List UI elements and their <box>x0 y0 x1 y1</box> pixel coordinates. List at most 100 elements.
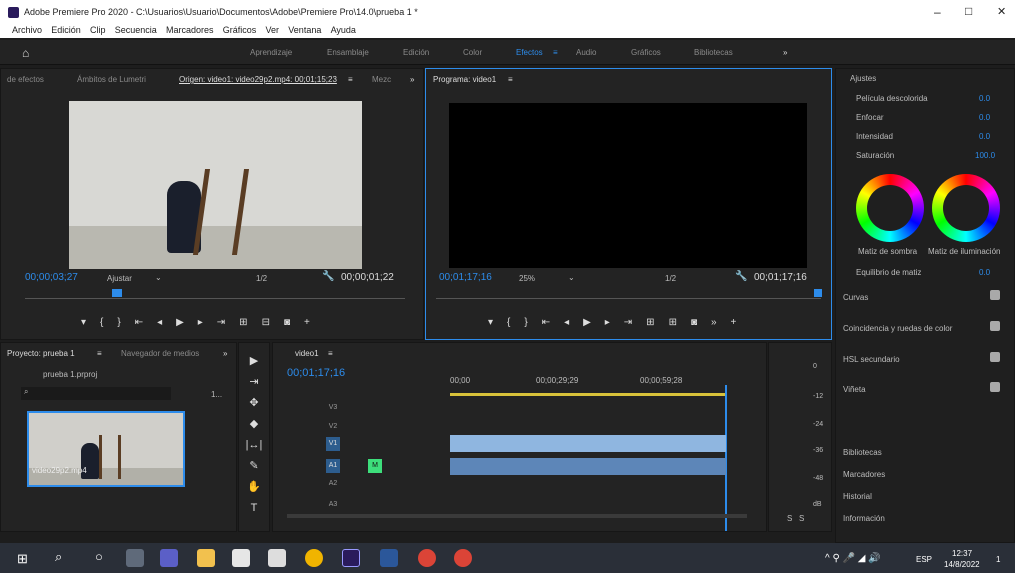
chrome-icon[interactable] <box>305 549 323 567</box>
program-timecode[interactable]: 00;01;17;16 <box>439 272 492 283</box>
chevron-down-icon[interactable]: ⌄ <box>155 273 162 282</box>
source-playhead[interactable] <box>112 289 122 297</box>
row-value[interactable]: 0.0 <box>979 94 990 103</box>
program-tab-menu-icon[interactable]: ≡ <box>508 75 513 84</box>
clip-thumbnail[interactable] <box>27 411 185 487</box>
mail-icon[interactable] <box>268 549 286 567</box>
track-label-a3[interactable]: A3 <box>326 498 340 512</box>
menu-ventana[interactable]: Ventana <box>288 25 321 35</box>
maximize-button[interactable]: □ <box>965 4 972 18</box>
workspace-color[interactable]: Color <box>463 48 482 57</box>
program-scrub-bar[interactable] <box>436 291 821 299</box>
program-resolution[interactable]: 1/2 <box>665 274 676 283</box>
shadow-color-wheel[interactable] <box>856 174 924 242</box>
windows-start-icon[interactable]: ⊞ <box>17 551 28 567</box>
project-tabs-more[interactable]: » <box>223 349 227 358</box>
workspace-bibliotecas[interactable]: Bibliotecas <box>694 48 733 57</box>
panel-marcadores[interactable]: Marcadores <box>843 470 885 479</box>
track-label-v2[interactable]: V2 <box>326 420 340 434</box>
workspace-edicion[interactable]: Edición <box>403 48 429 57</box>
search-input[interactable]: ⌕ <box>21 387 171 400</box>
section-vineta[interactable]: Viñeta <box>843 385 866 394</box>
section-hsl[interactable]: HSL secundario <box>843 355 900 364</box>
chrome-alt-icon[interactable] <box>418 549 436 567</box>
track-label-v3[interactable]: V3 <box>326 401 340 415</box>
track-label-v1[interactable]: V1 <box>326 437 340 451</box>
vineta-checkbox[interactable] <box>990 382 1000 392</box>
workspace-graficos[interactable]: Gráficos <box>631 48 661 57</box>
word-icon[interactable] <box>380 549 398 567</box>
panel-informacion[interactable]: Información <box>843 514 885 523</box>
track-label-a1[interactable]: A1 <box>326 459 340 473</box>
system-tray-icons[interactable]: ^ ⚲ 🎤 ◢ 🔊 <box>825 553 881 564</box>
source-timecode[interactable]: 00;00;03;27 <box>25 272 78 283</box>
solo-right[interactable]: S <box>799 514 804 523</box>
tab-ambitos-lumetri[interactable]: Ámbitos de Lumetri <box>77 75 146 84</box>
coincidencia-checkbox[interactable] <box>990 321 1000 331</box>
source-fit-dropdown[interactable]: Ajustar <box>107 274 132 283</box>
close-button[interactable]: ✕ <box>997 5 1006 18</box>
wrench-icon[interactable]: 🔧 <box>322 271 334 282</box>
menu-marcadores[interactable]: Marcadores <box>166 25 214 35</box>
file-explorer-icon[interactable] <box>197 549 215 567</box>
source-tabs-more[interactable]: » <box>410 75 414 84</box>
workspace-audio[interactable]: Audio <box>576 48 596 57</box>
home-icon[interactable]: ⌂ <box>22 46 29 60</box>
task-view-icon[interactable] <box>126 549 144 567</box>
panel-historial[interactable]: Historial <box>843 492 872 501</box>
curvas-checkbox[interactable] <box>990 290 1000 300</box>
tab-program[interactable]: Programa: video1 <box>433 75 496 84</box>
cortana-icon[interactable]: ○ <box>95 549 103 564</box>
source-scrub-bar[interactable] <box>25 291 405 299</box>
search-icon[interactable]: ⌕ <box>55 549 62 565</box>
menu-archivo[interactable]: Archivo <box>12 25 42 35</box>
track-label-a2[interactable]: A2 <box>326 477 340 491</box>
mute-button[interactable]: M <box>368 459 382 473</box>
audio-clip[interactable] <box>450 458 726 475</box>
solo-left[interactable]: S <box>787 514 792 523</box>
video-clip[interactable] <box>450 435 726 452</box>
timeline-zoom-bar[interactable] <box>287 514 747 518</box>
row-value[interactable]: 100.0 <box>975 151 995 160</box>
menu-clip[interactable]: Clip <box>90 25 106 35</box>
language-indicator[interactable]: ESP <box>916 555 932 564</box>
workspace-more[interactable]: » <box>783 48 787 57</box>
program-playhead[interactable] <box>814 289 822 297</box>
timeline-tab-menu-icon[interactable]: ≡ <box>328 349 333 358</box>
section-curvas[interactable]: Curvas <box>843 293 868 302</box>
hsl-checkbox[interactable] <box>990 352 1000 362</box>
minimize-button[interactable]: – <box>934 5 941 19</box>
tab-timeline[interactable]: video1 <box>295 349 319 358</box>
notification-badge[interactable]: 1 <box>996 555 1000 564</box>
source-tab-menu-icon[interactable]: ≡ <box>348 75 353 84</box>
highlight-color-wheel[interactable] <box>932 174 1000 242</box>
source-resolution[interactable]: 1/2 <box>256 274 267 283</box>
program-zoom-dropdown[interactable]: 25% <box>519 274 535 283</box>
row-value[interactable]: 0.0 <box>979 132 990 141</box>
menu-edicion[interactable]: Edición <box>51 25 81 35</box>
tab-mezclador[interactable]: Mezc <box>372 75 391 84</box>
wrench-icon[interactable]: 🔧 <box>735 271 747 282</box>
panel-bibliotecas[interactable]: Bibliotecas <box>843 448 882 457</box>
balance-value[interactable]: 0.0 <box>979 268 990 277</box>
menu-ayuda[interactable]: Ayuda <box>331 25 356 35</box>
project-tab-menu-icon[interactable]: ≡ <box>97 349 102 358</box>
menu-graficos[interactable]: Gráficos <box>223 25 257 35</box>
workspace-ensamblaje[interactable]: Ensamblaje <box>327 48 369 57</box>
menu-secuencia[interactable]: Secuencia <box>115 25 157 35</box>
ajustes-header[interactable]: Ajustes <box>850 74 876 83</box>
workspace-efectos[interactable]: Efectos <box>516 48 543 57</box>
row-value[interactable]: 0.0 <box>979 113 990 122</box>
workspace-menu-icon[interactable]: ≡ <box>553 48 558 57</box>
teams-icon[interactable] <box>160 549 178 567</box>
chevron-down-icon[interactable]: ⌄ <box>568 273 575 282</box>
chrome-alt2-icon[interactable] <box>454 549 472 567</box>
store-icon[interactable] <box>232 549 250 567</box>
menu-ver[interactable]: Ver <box>266 25 280 35</box>
section-coincidencia[interactable]: Coincidencia y ruedas de color <box>843 324 952 333</box>
tab-proyecto[interactable]: Proyecto: prueba 1 <box>7 349 75 358</box>
clock-time[interactable]: 12:37 <box>952 549 972 558</box>
workspace-aprendizaje[interactable]: Aprendizaje <box>250 48 292 57</box>
tab-controles-efectos[interactable]: de efectos <box>7 75 44 84</box>
clock-date[interactable]: 14/8/2022 <box>944 560 980 569</box>
